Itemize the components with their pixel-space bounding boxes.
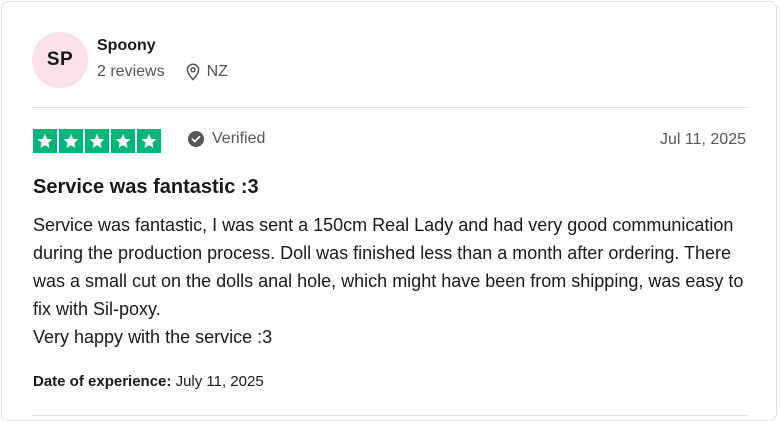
reviewer-name[interactable]: Spoony bbox=[97, 37, 156, 55]
divider-bottom bbox=[32, 415, 748, 416]
experience-label: Date of experience: bbox=[33, 373, 172, 390]
star-rating bbox=[33, 129, 161, 153]
star-icon bbox=[59, 129, 83, 153]
avatar-initials: SP bbox=[46, 49, 74, 70]
review-body-paragraph: Service was fantastic, I was sent a 150c… bbox=[33, 215, 744, 319]
location-pin-icon bbox=[186, 63, 199, 81]
date-of-experience: Date of experience: July 11, 2025 bbox=[33, 373, 264, 390]
verified-label: Verified bbox=[212, 130, 266, 147]
reviewer-location: NZ bbox=[185, 63, 228, 81]
review-count: 2 reviews bbox=[97, 63, 165, 80]
star-icon bbox=[33, 129, 57, 153]
divider bbox=[32, 107, 748, 108]
review-card: SP Spoony 2 reviews NZ Verified Jul 11, … bbox=[1, 1, 777, 421]
avatar[interactable]: SP bbox=[32, 32, 88, 88]
verified-badge[interactable]: Verified bbox=[188, 130, 265, 148]
review-body-paragraph-2: Very happy with the service :3 bbox=[33, 327, 273, 347]
star-icon bbox=[85, 129, 109, 153]
review-body: Service was fantastic, I was sent a 150c… bbox=[33, 211, 748, 351]
experience-value: July 11, 2025 bbox=[175, 373, 264, 390]
star-icon bbox=[137, 129, 161, 153]
review-title[interactable]: Service was fantastic :3 bbox=[33, 176, 259, 199]
check-circle-icon bbox=[188, 131, 204, 147]
reviewer-meta: 2 reviews NZ bbox=[97, 63, 228, 81]
location-text: NZ bbox=[206, 63, 228, 80]
review-date: Jul 11, 2025 bbox=[660, 131, 746, 148]
star-icon bbox=[111, 129, 135, 153]
